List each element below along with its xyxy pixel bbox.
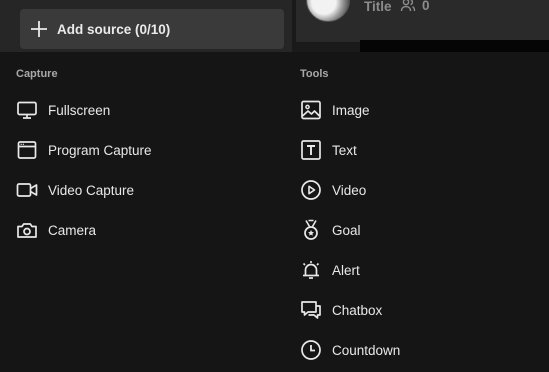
image-icon bbox=[300, 99, 322, 121]
users-icon bbox=[400, 0, 416, 12]
preview-edge bbox=[360, 40, 549, 52]
chat-icon bbox=[300, 299, 322, 321]
menu-item-label: Fullscreen bbox=[48, 102, 111, 118]
add-source-button[interactable]: Add source (0/10) bbox=[20, 9, 284, 49]
menu-item-image[interactable]: Image bbox=[300, 92, 520, 128]
menu-item-label: Video bbox=[332, 182, 367, 198]
medal-icon bbox=[300, 219, 322, 241]
menu-item-label: Goal bbox=[332, 222, 361, 238]
menu-item-label: Text bbox=[332, 142, 357, 158]
camera-icon bbox=[16, 219, 38, 241]
menu-item-label: Image bbox=[332, 102, 370, 118]
monitor-icon bbox=[16, 99, 38, 121]
menu-item-video-capture[interactable]: Video Capture bbox=[16, 172, 236, 208]
capture-heading: Capture bbox=[16, 68, 58, 80]
menu-item-goal[interactable]: Goal bbox=[300, 212, 520, 248]
text-icon bbox=[300, 139, 322, 161]
avatar[interactable] bbox=[306, 0, 350, 22]
menu-item-label: Video Capture bbox=[48, 182, 135, 198]
video-camera-icon bbox=[16, 179, 38, 201]
stream-header: Title 0 bbox=[296, 0, 549, 52]
alarm-bell-icon bbox=[300, 259, 322, 281]
tools-heading: Tools bbox=[300, 68, 329, 80]
menu-item-label: Alert bbox=[332, 262, 360, 278]
menu-item-text[interactable]: Text bbox=[300, 132, 520, 168]
stream-title: Title bbox=[364, 0, 392, 14]
source-panel-header: Add source (0/10) bbox=[0, 0, 292, 52]
menu-item-label: Camera bbox=[48, 222, 97, 238]
menu-item-chatbox[interactable]: Chatbox bbox=[300, 292, 520, 328]
menu-item-video[interactable]: Video bbox=[300, 172, 520, 208]
play-circle-icon bbox=[300, 179, 322, 201]
window-icon bbox=[16, 139, 38, 161]
menu-item-camera[interactable]: Camera bbox=[16, 212, 236, 248]
menu-item-countdown[interactable]: Countdown bbox=[300, 332, 520, 368]
add-source-label: Add source (0/10) bbox=[57, 21, 171, 37]
clock-icon bbox=[300, 339, 322, 361]
menu-item-label: Chatbox bbox=[332, 302, 383, 318]
add-source-menu: Capture Fullscreen Program Capture Video… bbox=[0, 52, 549, 372]
menu-item-alert[interactable]: Alert bbox=[300, 252, 520, 288]
top-bar: Add source (0/10) Title 0 bbox=[0, 0, 549, 52]
menu-item-label: Program Capture bbox=[48, 142, 152, 158]
menu-item-program-capture[interactable]: Program Capture bbox=[16, 132, 236, 168]
menu-item-label: Countdown bbox=[332, 342, 401, 358]
plus-icon bbox=[31, 21, 47, 37]
menu-item-fullscreen[interactable]: Fullscreen bbox=[16, 92, 236, 128]
viewer-count: 0 bbox=[400, 0, 430, 13]
viewer-count-value: 0 bbox=[422, 0, 430, 13]
